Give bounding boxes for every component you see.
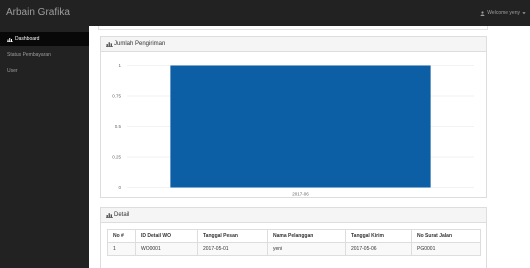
top-navbar: Arbain Grafika Welcome yeny — [0, 0, 530, 26]
bar[interactable] — [170, 65, 431, 188]
sidebar-item-user[interactable]: User — [0, 64, 89, 78]
caret-down-icon — [522, 12, 526, 15]
sidebar-item-status-pembayaran[interactable]: Status Pembayaran — [0, 48, 89, 62]
table-cell-delivery-note: PG0001 — [411, 242, 481, 256]
column-header: ID Detail WO — [135, 229, 198, 243]
column-header: Nama Pelanggan — [267, 229, 346, 243]
chart-icon — [106, 42, 113, 47]
chart-panel: Jumlah Pengiriman 0 0.25 0.5 0.75 1 2017-06 — [100, 36, 487, 198]
chart-icon — [7, 37, 13, 42]
y-tick-label: 0.75 — [112, 94, 121, 99]
column-header: No Surat Jalan — [411, 229, 481, 243]
sidebar-item-label: Dashboard — [15, 36, 40, 42]
sidebar-item-label: User — [7, 68, 18, 74]
column-header: No # — [107, 229, 136, 243]
detail-panel-title: Detail — [114, 212, 130, 218]
y-tick-label: 0.5 — [115, 124, 122, 129]
table-cell-id: WO0001 — [135, 242, 198, 256]
user-menu[interactable]: Welcome yeny — [480, 10, 526, 16]
shipments-bar-chart: 0 0.25 0.5 0.75 1 2017-06 — [112, 63, 474, 197]
top-panel-edge — [98, 26, 488, 30]
chart-icon — [106, 213, 113, 218]
detail-panel-heading: Detail — [101, 208, 486, 223]
table-cell-no: 1 — [107, 242, 136, 256]
y-tick-label: 0.25 — [112, 155, 121, 160]
welcome-label: Welcome yeny — [487, 10, 520, 16]
column-header: Tanggal Pesan — [197, 229, 268, 243]
detail-table: No # ID Detail WO Tanggal Pesan Nama Pel… — [107, 229, 481, 256]
table-row: 1 WO0001 2017-05-01 yeni 2017-05-06 PG00… — [107, 242, 481, 256]
sidebar: Dashboard Status Pembayaran User — [0, 26, 89, 268]
x-tick-label: 2017-06 — [292, 192, 309, 197]
table-cell-ship-date: 2017-05-06 — [345, 242, 412, 256]
chart-panel-title: Jumlah Pengiriman — [114, 41, 166, 47]
brand-title[interactable]: Arbain Grafika — [6, 7, 70, 18]
detail-panel: Detail No # ID Detail WO Tanggal Pesan N… — [100, 207, 487, 268]
y-tick-label: 0 — [118, 185, 121, 190]
column-header: Tanggal Kirim — [345, 229, 412, 243]
user-icon — [480, 10, 485, 16]
table-cell-order-date: 2017-05-01 — [197, 242, 268, 256]
sidebar-item-label: Status Pembayaran — [7, 52, 51, 58]
table-header-row: No # ID Detail WO Tanggal Pesan Nama Pel… — [107, 229, 481, 243]
chart-panel-heading: Jumlah Pengiriman — [101, 37, 486, 52]
table-cell-customer: yeni — [267, 242, 346, 256]
y-tick-label: 1 — [118, 63, 121, 68]
sidebar-item-dashboard[interactable]: Dashboard — [0, 32, 89, 46]
